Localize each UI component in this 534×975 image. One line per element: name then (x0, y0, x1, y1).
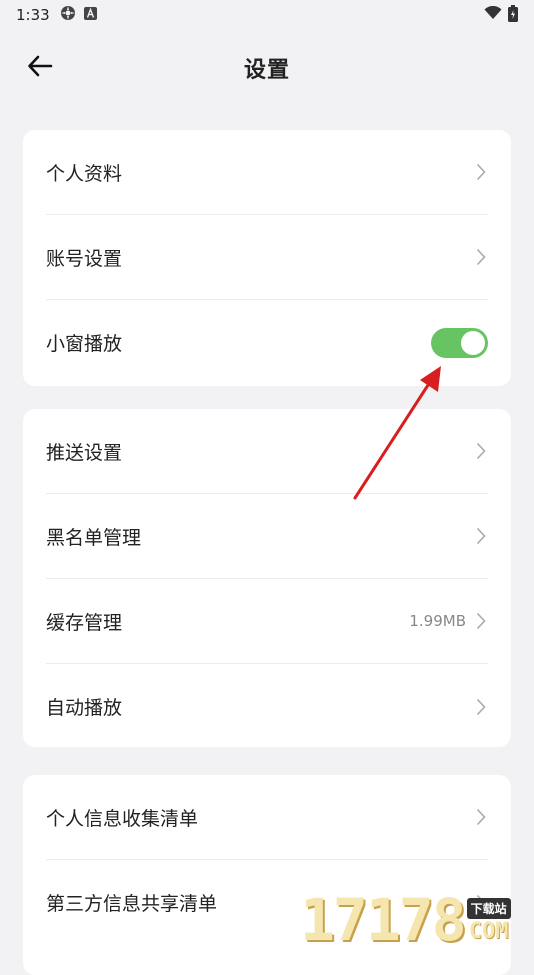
chevron-right-icon (474, 806, 488, 828)
settings-row-mini-window: 小窗播放 (46, 300, 488, 385)
chevron-right-icon (474, 246, 488, 268)
settings-group-general: 推送设置 黑名单管理 缓存管理 1.99MB 自动播放 (23, 409, 511, 747)
status-bar: 1:33 (0, 0, 534, 30)
battery-icon (508, 5, 518, 26)
row-label: 个人信息收集清单 (46, 804, 474, 831)
settings-row-push[interactable]: 推送设置 (46, 409, 488, 494)
row-label: 黑名单管理 (46, 523, 474, 550)
settings-row-cache[interactable]: 缓存管理 1.99MB (46, 579, 488, 664)
chevron-right-icon (474, 440, 488, 462)
settings-row-info-collection[interactable]: 个人信息收集清单 (46, 775, 488, 860)
chevron-right-icon (474, 696, 488, 718)
settings-group-account: 个人资料 账号设置 小窗播放 (23, 130, 511, 386)
settings-row-autoplay[interactable]: 自动播放 (46, 664, 488, 747)
row-label: 推送设置 (46, 438, 474, 465)
row-label: 缓存管理 (46, 608, 409, 635)
row-label: 自动播放 (46, 693, 474, 720)
settings-row-blacklist[interactable]: 黑名单管理 (46, 494, 488, 579)
back-button[interactable] (20, 50, 60, 86)
a-letter-icon (84, 6, 97, 24)
site-watermark: 17178 下载站 COM (300, 880, 530, 950)
watermark-digits: 17178 (300, 890, 465, 950)
chevron-right-icon (474, 525, 488, 547)
chevron-right-icon (474, 610, 488, 632)
arrow-left-icon (27, 55, 53, 81)
settings-gear-icon (60, 5, 76, 25)
mini-window-toggle[interactable] (431, 328, 488, 358)
row-label: 小窗播放 (46, 329, 431, 356)
wifi-icon (484, 6, 502, 24)
status-right-icons (484, 5, 518, 26)
toggle-knob (461, 331, 485, 355)
chevron-right-icon (474, 161, 488, 183)
page-title: 设置 (244, 52, 290, 84)
watermark-tag: 下载站 (467, 898, 511, 919)
row-label: 账号设置 (46, 244, 474, 271)
settings-row-account[interactable]: 账号设置 (46, 215, 488, 300)
settings-row-profile[interactable]: 个人资料 (46, 130, 488, 215)
app-header: 设置 (0, 40, 534, 96)
row-label: 个人资料 (46, 159, 474, 186)
cache-size-value: 1.99MB (409, 612, 466, 630)
status-time: 1:33 (16, 6, 50, 24)
watermark-suffix: COM (469, 919, 509, 944)
watermark-side: 下载站 COM (467, 898, 511, 944)
